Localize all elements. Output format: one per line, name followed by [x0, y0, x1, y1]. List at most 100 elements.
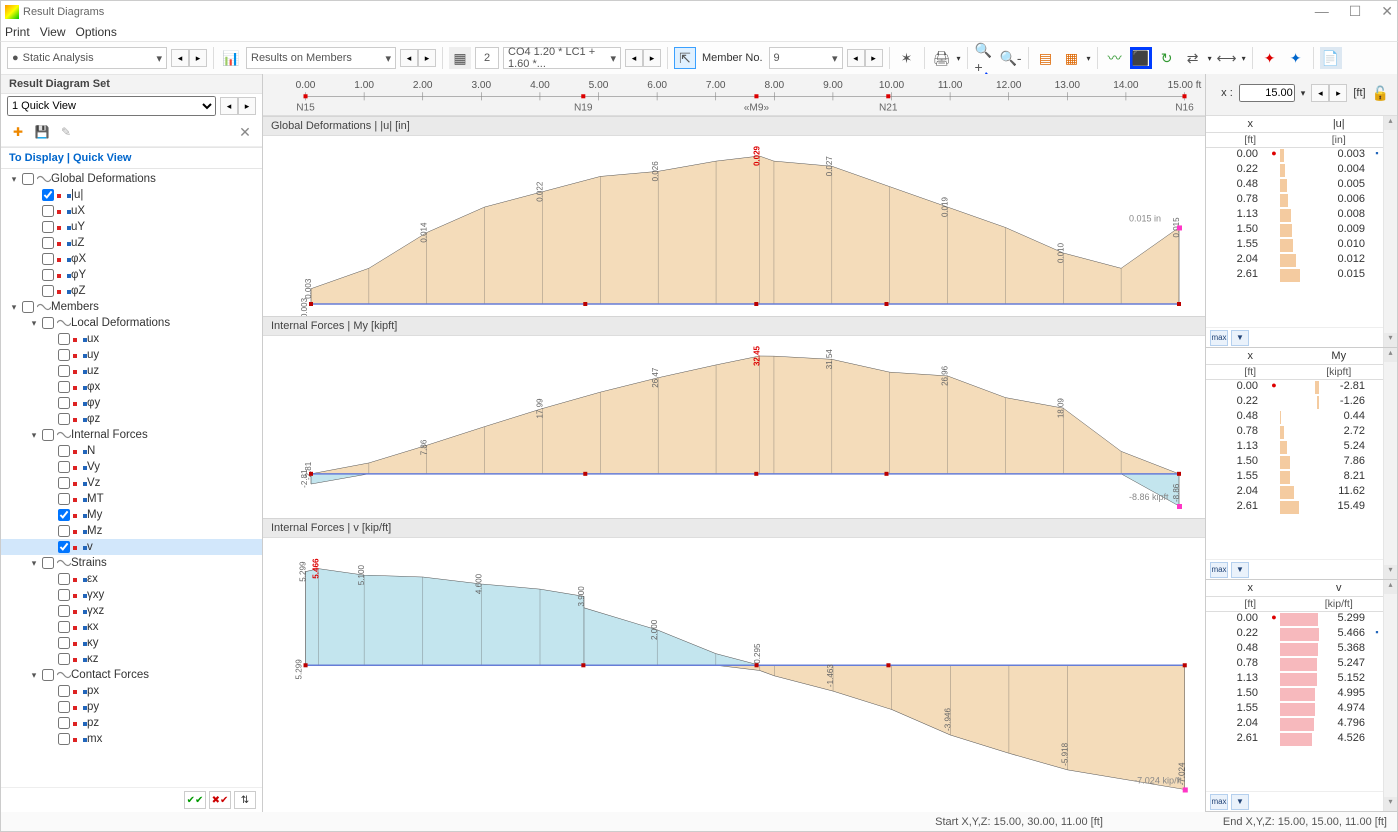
- filter-icon[interactable]: ▼: [1231, 794, 1249, 810]
- table-row[interactable]: 0.220.004: [1206, 163, 1383, 178]
- edit-set-icon[interactable]: ✎: [55, 121, 77, 143]
- filter-max-icon[interactable]: max: [1210, 562, 1228, 578]
- view-mode-2-icon[interactable]: ▦: [1061, 47, 1083, 69]
- scrollbar[interactable]: ▴▾: [1383, 580, 1397, 811]
- results-on-dropdown[interactable]: Results on Members▾: [246, 47, 396, 69]
- tree-item-mz[interactable]: Mz: [1, 523, 262, 539]
- table-row[interactable]: 2.0411.62: [1206, 485, 1383, 500]
- tree-item-v[interactable]: v: [1, 539, 262, 555]
- member-next[interactable]: ▸: [865, 49, 883, 67]
- table-row[interactable]: 1.130.008: [1206, 208, 1383, 223]
- filter-max-icon[interactable]: max: [1210, 794, 1228, 810]
- table-row[interactable]: 0.485.368: [1206, 642, 1383, 657]
- tree-item-uz[interactable]: uZ: [1, 235, 262, 251]
- menu-print[interactable]: Print: [5, 25, 30, 39]
- member-prev[interactable]: ◂: [847, 49, 865, 67]
- menu-options[interactable]: Options: [75, 25, 116, 39]
- tree-item-vz[interactable]: Vz: [1, 475, 262, 491]
- tree-item-local-deformations[interactable]: ▾Local Deformations: [1, 315, 262, 331]
- analysis-prev[interactable]: ◂: [171, 49, 189, 67]
- tree-item-mx[interactable]: mx: [1, 731, 262, 747]
- results-icon[interactable]: 📊: [220, 47, 242, 69]
- flip-icon[interactable]: ⇄: [1182, 47, 1204, 69]
- x-prev[interactable]: ◂: [1311, 84, 1329, 102]
- analysis-dropdown[interactable]: ● Static Analysis▾: [7, 47, 167, 69]
- table-row[interactable]: 0.225.466▪: [1206, 627, 1383, 642]
- table-row[interactable]: 2.6115.49: [1206, 500, 1383, 515]
- analysis-next[interactable]: ▸: [189, 49, 207, 67]
- ruler[interactable]: 0.001.002.003.004.005.006.007.008.009.00…: [263, 74, 1205, 116]
- tree-item-members[interactable]: ▾Members: [1, 299, 262, 315]
- tree-item-n[interactable]: N: [1, 443, 262, 459]
- delete-set-icon[interactable]: ✕: [234, 121, 256, 143]
- maximize-button[interactable]: ☐: [1349, 3, 1362, 20]
- table-row[interactable]: 0.00●0.003▪: [1206, 148, 1383, 163]
- global-axes-icon[interactable]: ✦: [1259, 47, 1281, 69]
- tree-item-my[interactable]: My: [1, 507, 262, 523]
- member-number-dropdown[interactable]: 9▾: [769, 47, 843, 69]
- save-set-icon[interactable]: 💾: [31, 121, 53, 143]
- close-button[interactable]: ✕: [1381, 3, 1393, 20]
- result-tree[interactable]: ▾Global Deformations|u|uXuYuZφXφYφZ▾Memb…: [1, 169, 262, 787]
- tree-item-uz[interactable]: uz: [1, 363, 262, 379]
- table-row[interactable]: 0.00●-2.81: [1206, 380, 1383, 395]
- results-prev[interactable]: ◂: [400, 49, 418, 67]
- member-select-icon[interactable]: ⇱: [674, 47, 696, 69]
- pick-icon[interactable]: ✶: [896, 47, 918, 69]
- local-axes-icon[interactable]: ✦: [1285, 47, 1307, 69]
- toggle-check-icon[interactable]: ⇅: [234, 791, 256, 809]
- refresh-icon[interactable]: ↻: [1156, 47, 1178, 69]
- chart-internal-forces-my[interactable]: Internal Forces | My [kipft] -2.817.8617…: [263, 316, 1205, 518]
- show-values-icon[interactable]: ⬛: [1130, 47, 1152, 69]
- tree-item-uy[interactable]: uy: [1, 347, 262, 363]
- chart-internal-forces-v[interactable]: Internal Forces | v [kip/ft] 5.2995.4665…: [263, 518, 1205, 812]
- tree-item--y[interactable]: κy: [1, 635, 262, 651]
- co-next[interactable]: ▸: [643, 49, 661, 67]
- filter-icon[interactable]: ▼: [1231, 330, 1249, 346]
- menu-view[interactable]: View: [40, 25, 66, 39]
- table-row[interactable]: 1.554.974: [1206, 702, 1383, 717]
- tree-item-vy[interactable]: Vy: [1, 459, 262, 475]
- tree-item-py[interactable]: py: [1, 699, 262, 715]
- co-number[interactable]: 2: [475, 47, 499, 69]
- table-row[interactable]: 2.610.015: [1206, 268, 1383, 283]
- table-row[interactable]: 0.785.247: [1206, 657, 1383, 672]
- table-row[interactable]: 2.044.796: [1206, 717, 1383, 732]
- tree-item--xy[interactable]: γxy: [1, 587, 262, 603]
- tree-item-ux[interactable]: ux: [1, 331, 262, 347]
- tree-item--y[interactable]: φY: [1, 267, 262, 283]
- tree-item-ux[interactable]: uX: [1, 203, 262, 219]
- tree-item--xz[interactable]: γxz: [1, 603, 262, 619]
- tree-item--z[interactable]: φz: [1, 411, 262, 427]
- tree-item--x[interactable]: κx: [1, 619, 262, 635]
- tree-item-global-deformations[interactable]: ▾Global Deformations: [1, 171, 262, 187]
- tree-item--x[interactable]: φX: [1, 251, 262, 267]
- tree-item--y[interactable]: φy: [1, 395, 262, 411]
- table-row[interactable]: 1.558.21: [1206, 470, 1383, 485]
- scrollbar[interactable]: ▴▾: [1383, 116, 1397, 347]
- tree-item-pz[interactable]: pz: [1, 715, 262, 731]
- quick-view-select[interactable]: 1 Quick View: [7, 96, 216, 116]
- tree-item--u-[interactable]: |u|: [1, 187, 262, 203]
- check-all-icon[interactable]: ✔✔: [184, 791, 206, 809]
- print-icon[interactable]: 🖨: [931, 47, 953, 69]
- x-position-input[interactable]: [1239, 84, 1295, 102]
- table-row[interactable]: 0.480.44: [1206, 410, 1383, 425]
- view-mode-1-icon[interactable]: ▤: [1035, 47, 1057, 69]
- table-row[interactable]: 2.614.526: [1206, 732, 1383, 747]
- table-row[interactable]: 0.480.005: [1206, 178, 1383, 193]
- lock-icon[interactable]: 🔓: [1372, 85, 1389, 102]
- zoom-out-icon[interactable]: 🔍-: [1000, 47, 1022, 69]
- chart-global-deformations[interactable]: Global Deformations | |u| [in] 0.0030.01…: [263, 116, 1205, 316]
- tree-item--x[interactable]: φx: [1, 379, 262, 395]
- tree-item--z[interactable]: κz: [1, 651, 262, 667]
- tree-item-uy[interactable]: uY: [1, 219, 262, 235]
- table-row[interactable]: 0.22-1.26: [1206, 395, 1383, 410]
- uncheck-all-icon[interactable]: ✖✔: [209, 791, 231, 809]
- smooth-icon[interactable]: 〰: [1104, 47, 1126, 69]
- zoom-in-icon[interactable]: 🔍+: [974, 47, 996, 69]
- tree-item--x[interactable]: εx: [1, 571, 262, 587]
- new-set-icon[interactable]: ✚: [7, 121, 29, 143]
- tree-item--z[interactable]: φZ: [1, 283, 262, 299]
- x-next[interactable]: ▸: [1329, 84, 1347, 102]
